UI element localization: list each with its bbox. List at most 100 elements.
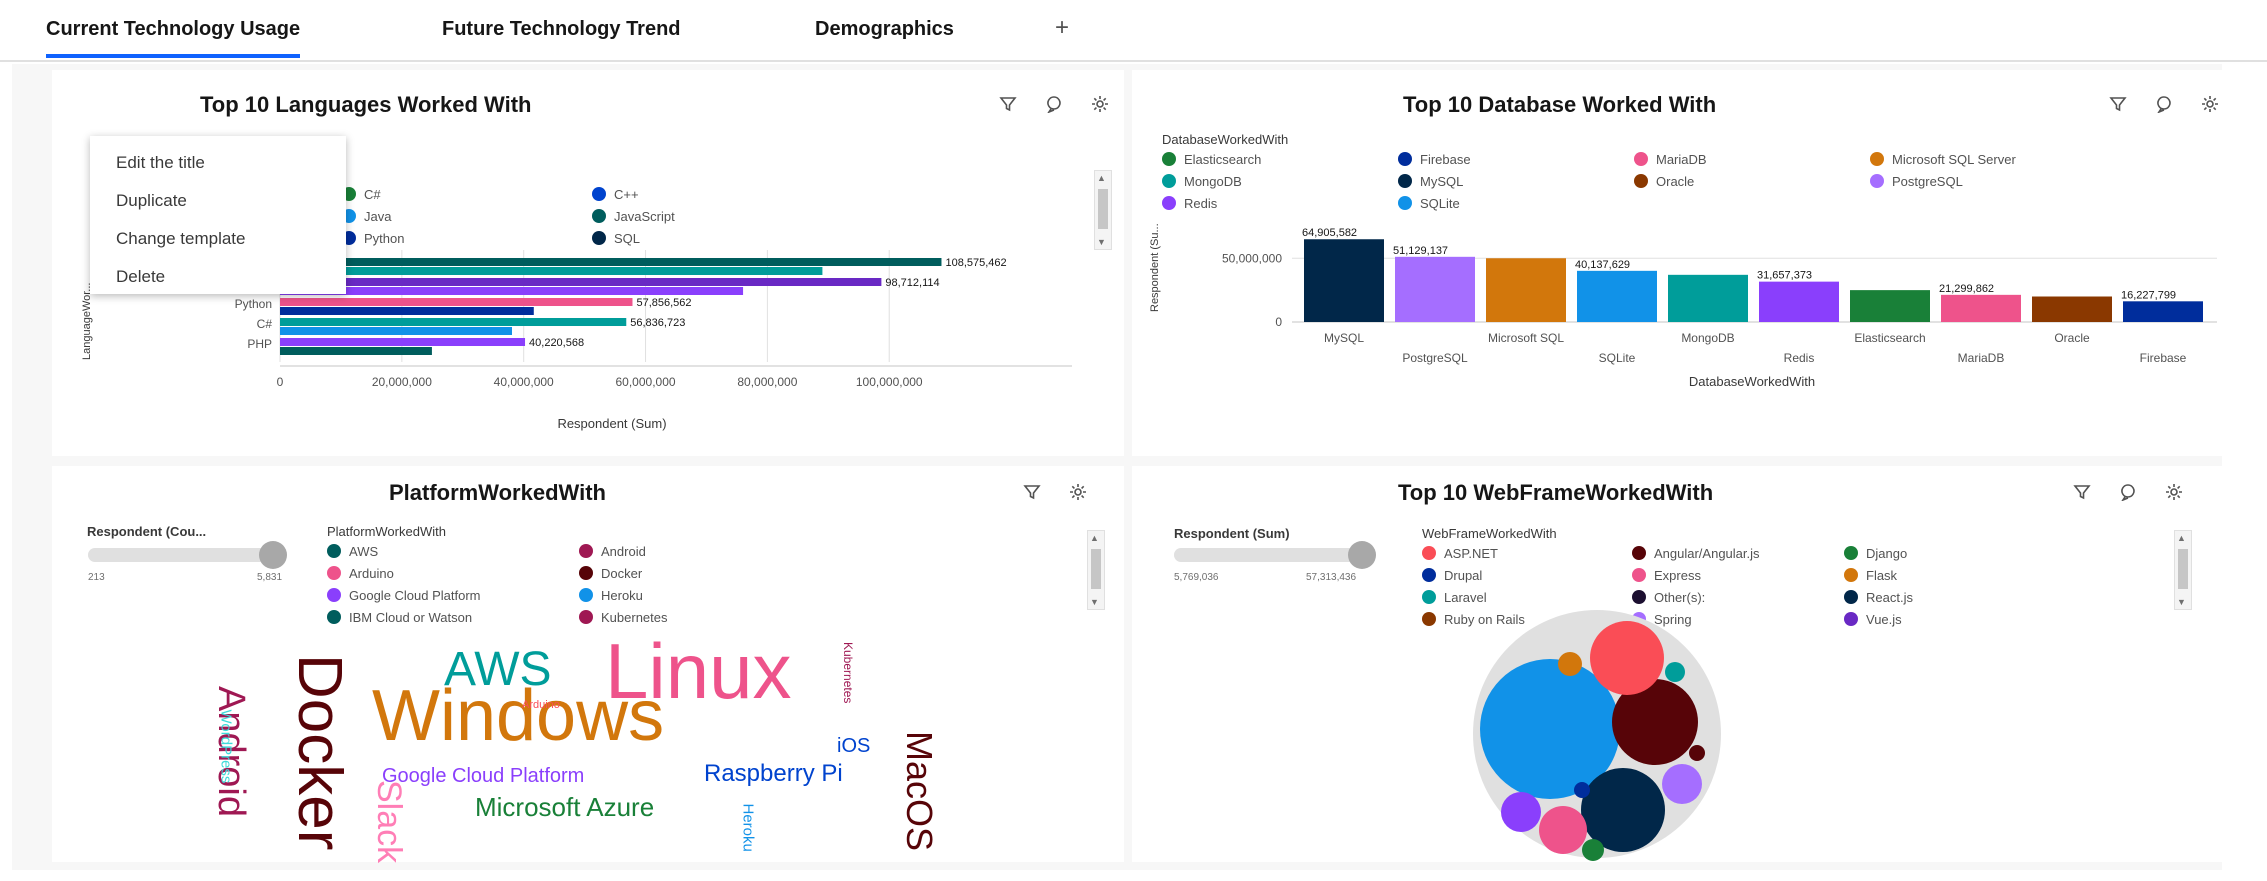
platforms-title[interactable]: PlatformWorkedWith: [389, 480, 606, 506]
legend-item[interactable]: MongoDB: [1162, 172, 1398, 190]
platforms-legend-scrollbar[interactable]: ▲ ▼: [1087, 530, 1105, 610]
legend-item[interactable]: Django: [1844, 544, 2044, 562]
settings-icon[interactable]: [2164, 482, 2184, 502]
webframes-bubble-chart: [1473, 610, 1721, 861]
add-tab-button[interactable]: +: [1055, 14, 1069, 42]
scroll-thumb[interactable]: [1091, 549, 1101, 589]
legend-item[interactable]: Docker: [579, 564, 779, 582]
legend-item[interactable]: SQL: [592, 229, 792, 247]
legend-item[interactable]: MariaDB: [1634, 150, 1870, 168]
legend-item[interactable]: JavaScript: [592, 207, 792, 225]
scroll-up-icon[interactable]: ▲: [1090, 533, 1099, 543]
legend-item[interactable]: Android: [579, 542, 779, 560]
legend-item[interactable]: Express: [1632, 566, 1844, 584]
legend-item[interactable]: Microsoft SQL Server: [1870, 150, 2106, 168]
legend-item[interactable]: Redis: [1162, 194, 1398, 212]
legend-item[interactable]: Vue.js: [1844, 610, 2044, 628]
databases-panel[interactable]: Top 10 Database Worked With DatabaseWork…: [1132, 70, 2222, 456]
word-cloud-term[interactable]: Raspberry Pi: [704, 762, 843, 786]
legend-item[interactable]: IBM Cloud or Watson: [327, 608, 579, 626]
webframes-slider-handle[interactable]: [1348, 541, 1376, 569]
scroll-up-icon[interactable]: ▲: [1097, 173, 1106, 183]
databases-title[interactable]: Top 10 Database Worked With: [1403, 92, 1716, 118]
scroll-up-icon[interactable]: ▲: [2177, 533, 2186, 543]
platforms-range-slider[interactable]: [88, 548, 276, 562]
menu-item-edit-title[interactable]: Edit the title: [90, 144, 346, 182]
word-cloud-term[interactable]: AWS: [444, 646, 552, 694]
menu-item-change-template[interactable]: Change template: [90, 220, 346, 258]
legend-item[interactable]: PostgreSQL: [1870, 172, 2106, 190]
word-cloud-term[interactable]: WordPress: [218, 710, 235, 802]
legend-item[interactable]: MySQL: [1398, 172, 1634, 190]
scroll-thumb[interactable]: [1098, 189, 1108, 229]
legend-item[interactable]: Laravel: [1422, 588, 1632, 606]
tab-demographics[interactable]: Demographics: [815, 18, 954, 58]
scroll-down-icon[interactable]: ▼: [1097, 237, 1106, 247]
bubble[interactable]: [1665, 662, 1685, 682]
filter-icon[interactable]: [1022, 482, 1042, 502]
comment-icon[interactable]: [2154, 94, 2174, 114]
legend-item[interactable]: Other(s):: [1632, 588, 1844, 606]
word-cloud-term[interactable]: Heroku: [740, 804, 757, 860]
comment-icon[interactable]: [1044, 94, 1064, 114]
legend-item[interactable]: Firebase: [1398, 150, 1634, 168]
settings-icon[interactable]: [1090, 94, 1110, 114]
bubble[interactable]: [1689, 745, 1705, 761]
legend-item[interactable]: Elasticsearch: [1162, 150, 1398, 168]
legend-item[interactable]: Flask: [1844, 566, 2044, 584]
word-cloud-term[interactable]: Arduino: [522, 700, 560, 711]
word-cloud-term[interactable]: Microsoft Azure: [475, 794, 654, 820]
legend-item[interactable]: C#: [342, 185, 592, 203]
legend-item[interactable]: AWS: [327, 542, 579, 560]
languages-legend-scrollbar[interactable]: ▲ ▼: [1094, 170, 1112, 250]
legend-item[interactable]: SQLite: [1398, 194, 1634, 212]
word-cloud-term[interactable]: Google Cloud Platform: [382, 766, 584, 786]
bubble[interactable]: [1590, 621, 1664, 695]
word-cloud-term[interactable]: Docker: [285, 654, 354, 881]
tab-future-technology-trend[interactable]: Future Technology Trend: [442, 18, 681, 58]
comment-icon[interactable]: [2118, 482, 2138, 502]
bubble[interactable]: [1539, 806, 1587, 854]
scroll-thumb[interactable]: [2178, 549, 2188, 589]
legend-item[interactable]: Drupal: [1422, 566, 1632, 584]
scroll-down-icon[interactable]: ▼: [2177, 597, 2186, 607]
bubble[interactable]: [1558, 652, 1582, 676]
platforms-slider-handle[interactable]: [259, 541, 287, 569]
word-cloud-term[interactable]: MacOS: [899, 731, 940, 861]
webframes-range-slider[interactable]: [1174, 548, 1364, 562]
legend-item[interactable]: Kubernetes: [579, 608, 779, 626]
scroll-down-icon[interactable]: ▼: [1090, 597, 1099, 607]
word-cloud-term[interactable]: Kubernetes: [841, 642, 855, 714]
legend-item[interactable]: Angular/Angular.js: [1632, 544, 1844, 562]
webframes-legend-scrollbar[interactable]: ▲ ▼: [2174, 530, 2192, 610]
tab-current-technology-usage[interactable]: Current Technology Usage: [46, 18, 301, 58]
menu-item-duplicate[interactable]: Duplicate: [90, 182, 346, 220]
bubble[interactable]: [1501, 792, 1541, 832]
legend-item[interactable]: Arduino: [327, 564, 579, 582]
languages-title[interactable]: Top 10 Languages Worked With: [200, 92, 531, 118]
settings-icon[interactable]: [1068, 482, 1088, 502]
webframes-panel[interactable]: Top 10 WebFrameWorkedWith Respondent (Su…: [1132, 466, 2222, 862]
legend-item[interactable]: React.js: [1844, 588, 2044, 606]
webframes-title[interactable]: Top 10 WebFrameWorkedWith: [1398, 480, 1713, 506]
menu-item-delete[interactable]: Delete: [90, 258, 346, 296]
legend-item[interactable]: Java: [342, 207, 592, 225]
legend-item[interactable]: Heroku: [579, 586, 779, 604]
platforms-panel[interactable]: PlatformWorkedWith Respondent (Cou... 21…: [52, 466, 1124, 863]
legend-item[interactable]: Python: [342, 229, 592, 247]
legend-item[interactable]: Oracle: [1634, 172, 1870, 190]
filter-icon[interactable]: [2072, 482, 2092, 502]
bubble[interactable]: [1662, 764, 1702, 804]
legend-item[interactable]: Google Cloud Platform: [327, 586, 579, 604]
settings-icon[interactable]: [2200, 94, 2220, 114]
value-label: 31,657,373: [1757, 270, 1812, 282]
filter-icon[interactable]: [2108, 94, 2128, 114]
word-cloud-term[interactable]: Slack: [370, 780, 408, 881]
legend-item[interactable]: ASP.NET: [1422, 544, 1632, 562]
filter-icon[interactable]: [998, 94, 1018, 114]
bubble[interactable]: [1574, 782, 1590, 798]
bubble[interactable]: [1582, 839, 1604, 861]
legend-item[interactable]: [1634, 194, 1870, 212]
word-cloud-term[interactable]: iOS: [837, 736, 870, 756]
legend-item[interactable]: C++: [592, 185, 792, 203]
